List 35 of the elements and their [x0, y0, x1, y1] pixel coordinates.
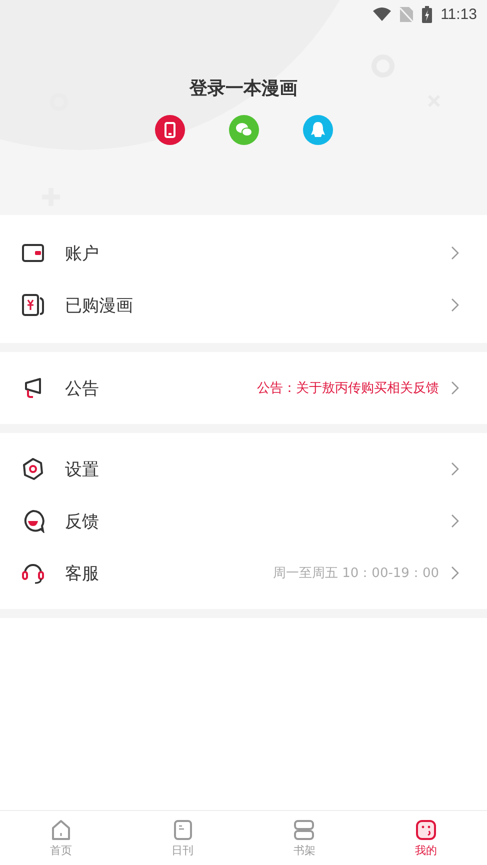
- status-time: 11:13: [440, 6, 477, 22]
- hours-text: 周一至周五 10：00-19：00: [273, 565, 439, 582]
- menu-item[interactable]: 已购漫画: [0, 279, 487, 331]
- menu-item[interactable]: 公告 公告：关于敖丙传购买相关反馈: [0, 362, 487, 414]
- phone-login-icon[interactable]: [154, 115, 184, 145]
- menu-label: 已购漫画: [65, 294, 134, 316]
- wifi-icon: [372, 7, 391, 21]
- gear-icon: [21, 457, 45, 481]
- wallet-icon: [21, 241, 45, 265]
- menu-item[interactable]: 客服 周一至周五 10：00-19：00: [0, 547, 487, 599]
- chevron-icon: [451, 298, 459, 312]
- chevron-icon: [451, 246, 459, 260]
- chevron-icon: [451, 462, 459, 476]
- tab[interactable]: 我的: [365, 811, 487, 865]
- menu-label: 公告: [65, 378, 100, 400]
- bookshelf-icon: [293, 818, 316, 840]
- menu-label: 客服: [65, 562, 100, 584]
- menu-label: 设置: [65, 458, 100, 480]
- chevron-icon: [451, 566, 459, 580]
- qq-login-icon[interactable]: [302, 115, 332, 145]
- yen-card-icon: [21, 293, 45, 317]
- chevron-icon: [451, 514, 459, 528]
- home-icon: [50, 818, 72, 840]
- notice-text: 公告：关于敖丙传购买相关反馈: [257, 380, 439, 397]
- calendar-page-icon: [172, 818, 194, 840]
- menu-item[interactable]: 账户: [0, 227, 487, 279]
- menu-label: 反馈: [65, 510, 100, 532]
- headset-icon: [21, 561, 45, 585]
- menu-item[interactable]: 反馈: [0, 495, 487, 547]
- face-icon: [415, 818, 438, 840]
- login-title[interactable]: 登录一本漫画: [190, 76, 298, 100]
- chevron-icon: [451, 381, 459, 395]
- menu-label: 账户: [65, 242, 100, 264]
- menu-item[interactable]: 设置: [0, 443, 487, 495]
- wechat-login-icon[interactable]: [228, 115, 258, 145]
